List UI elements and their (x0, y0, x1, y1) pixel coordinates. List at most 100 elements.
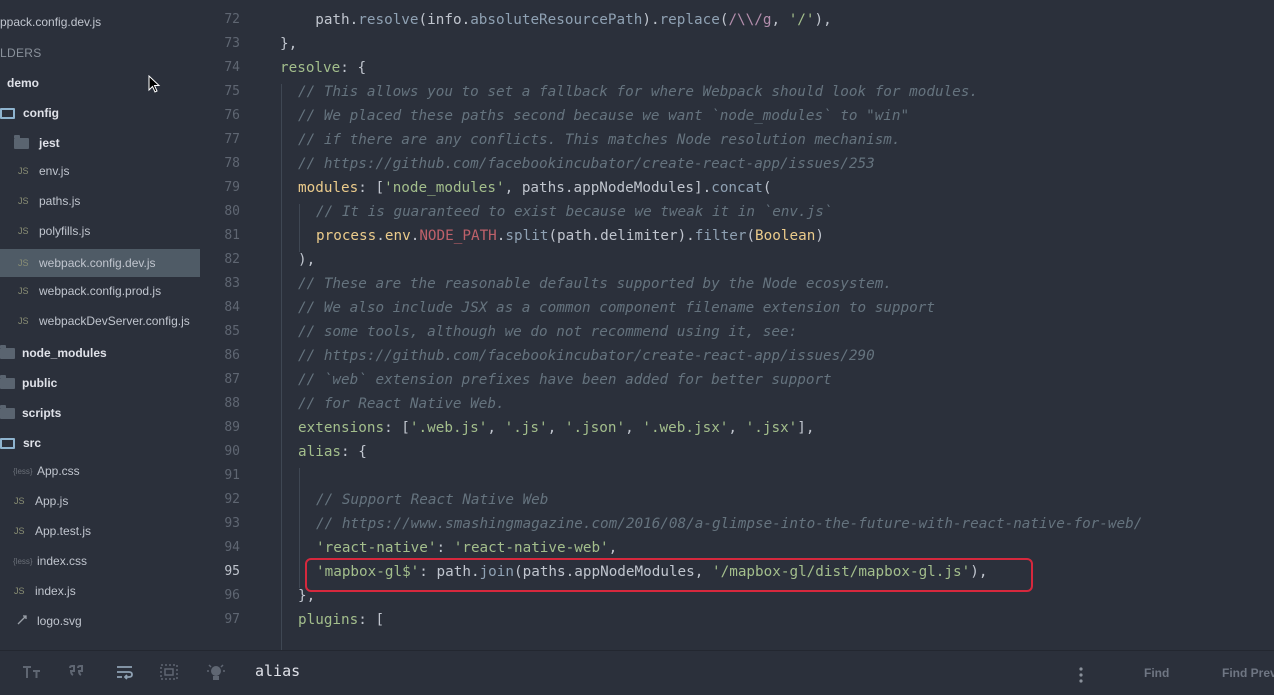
more-options-icon[interactable] (1077, 666, 1085, 688)
tree-file-webpack-config-prod[interactable]: JS webpack.config.prod.js (0, 277, 200, 305)
tree-file-app-test-js[interactable]: JS App.test.js (0, 517, 200, 545)
line-number: 94 (224, 540, 240, 555)
line-number: 82 (224, 252, 240, 267)
code-line-81: process.env.NODE_PATH.split(path.delimit… (316, 228, 824, 244)
tree-file-webpack-config-dev[interactable]: JS webpack.config.dev.js (0, 249, 200, 277)
find-button[interactable]: Find (1144, 666, 1169, 680)
js-file-icon: JS (18, 258, 29, 268)
line-number: 96 (224, 588, 240, 603)
svg-file-icon (16, 614, 34, 628)
code-line-72: path.resolve(info.absoluteResourcePath).… (298, 12, 832, 28)
js-file-icon: JS (18, 226, 29, 236)
js-file-icon: JS (18, 166, 29, 176)
line-number: 97 (224, 612, 240, 627)
code-line-74: resolve: { (280, 60, 367, 76)
line-number: 85 (224, 324, 240, 339)
line-number: 95 (224, 564, 240, 579)
line-number: 92 (224, 492, 240, 507)
line-number: 79 (224, 180, 240, 195)
js-file-icon: JS (14, 496, 25, 506)
code-line-77: // if there are any conflicts. This matc… (298, 132, 901, 148)
line-number-gutter: 72 73 74 75 76 77 78 79 80 81 82 83 84 85 86 87 88 89 90 91… (200, 0, 264, 650)
js-file-icon: JS (14, 586, 25, 596)
code-line-94: 'react-native': 'react-native-web', (316, 540, 618, 556)
code-line-76: // We placed these paths second because … (298, 108, 910, 124)
code-line-88: // for React Native Web. (298, 396, 505, 412)
tree-folder-demo[interactable]: demo (0, 69, 200, 97)
code-editor[interactable]: path.resolve(info.absoluteResourcePath).… (264, 0, 1274, 650)
line-number: 80 (224, 204, 240, 219)
in-selection-toggle-icon[interactable] (160, 664, 178, 684)
tree-folder-src[interactable]: src (0, 429, 200, 457)
find-input[interactable]: alias (255, 662, 300, 680)
folder-icon (0, 374, 15, 389)
indent-guide (281, 84, 282, 650)
tree-folder-config[interactable]: config (0, 99, 200, 127)
tree-file-paths[interactable]: JS paths.js (0, 187, 200, 215)
tree-file-webpack-devserver[interactable]: JS webpackDevServer.config.js (0, 307, 200, 335)
less-file-icon: {less} (13, 466, 33, 476)
line-number: 90 (224, 444, 240, 459)
line-number: 83 (224, 276, 240, 291)
code-line-86: // https://github.com/facebookincubator/… (298, 348, 875, 364)
find-prev-button[interactable]: Find Prev (1222, 666, 1274, 680)
tree-file-polyfills[interactable]: JS polyfills.js (0, 217, 200, 245)
tree-file-app-js[interactable]: JS App.js (0, 487, 200, 515)
case-sensitive-toggle-icon[interactable] (22, 664, 44, 684)
line-number: 87 (224, 372, 240, 387)
code-line-75: // This allows you to set a fallback for… (298, 84, 978, 100)
code-line-85: // some tools, although we do not recomm… (298, 324, 798, 340)
code-line-79: modules: ['node_modules', paths.appNodeM… (298, 180, 772, 196)
whole-word-toggle-icon[interactable] (68, 664, 86, 684)
tree-item-label: ppack.config.dev.js (0, 15, 102, 29)
line-number: 78 (224, 156, 240, 171)
tree-folder-scripts[interactable]: scripts (0, 399, 200, 427)
line-number: 72 (224, 12, 240, 27)
line-number: 74 (224, 60, 240, 75)
indent-guide (299, 204, 300, 252)
file-tree-sidebar: ppack.config.dev.js LDERS demo config je… (0, 0, 200, 650)
js-file-icon: JS (14, 526, 25, 536)
code-line-83: // These are the reasonable defaults sup… (298, 276, 892, 292)
tree-file-index-js[interactable]: JS index.js (0, 577, 200, 605)
js-file-icon: JS (18, 286, 29, 296)
mouse-cursor-icon (148, 75, 161, 93)
line-number: 91 (224, 468, 240, 483)
tree-file-app-css[interactable]: {less} App.css (0, 457, 200, 485)
code-line-89: extensions: ['.web.js', '.js', '.json', … (298, 420, 815, 436)
tree-file-index-css[interactable]: {less} index.css (0, 547, 200, 575)
code-line-73: }, (280, 36, 298, 52)
line-number: 76 (224, 108, 240, 123)
tree-file-env[interactable]: JS env.js (0, 157, 200, 185)
code-line-93: // https://www.smashingmagazine.com/2016… (316, 516, 1143, 532)
tree-file-logo-svg[interactable]: logo.svg (0, 607, 200, 635)
line-number: 93 (224, 516, 240, 531)
js-file-icon: JS (18, 316, 29, 326)
folder-icon (0, 344, 15, 359)
code-line-97: plugins: [ (298, 612, 385, 628)
folder-open-icon (0, 107, 15, 119)
line-number: 73 (224, 36, 240, 51)
folders-header: LDERS (0, 46, 42, 60)
tree-folder-jest[interactable]: jest (0, 129, 200, 157)
tree-folder-node-modules[interactable]: node_modules (0, 339, 200, 367)
line-number: 86 (224, 348, 240, 363)
line-number: 81 (224, 228, 240, 243)
line-number: 88 (224, 396, 240, 411)
annotation-highlight-box (305, 558, 1033, 592)
folder-icon (14, 134, 29, 149)
line-number: 75 (224, 84, 240, 99)
tree-folder-public[interactable]: public (0, 369, 200, 397)
code-line-80: // It is guaranteed to exist because we … (316, 204, 833, 220)
line-number: 77 (224, 132, 240, 147)
tree-item-open-file[interactable]: ppack.config.dev.js (0, 8, 200, 36)
highlight-matches-toggle-icon[interactable] (206, 664, 226, 686)
code-line-90: alias: { (298, 444, 367, 460)
code-line-87: // `web` extension prefixes have been ad… (298, 372, 832, 388)
code-line-82: ), (298, 252, 316, 268)
js-file-icon: JS (18, 196, 29, 206)
folder-open-icon (0, 437, 15, 449)
code-line-84: // We also include JSX as a common compo… (298, 300, 935, 316)
line-number: 84 (224, 300, 240, 315)
wrap-toggle-icon[interactable] (115, 664, 135, 684)
